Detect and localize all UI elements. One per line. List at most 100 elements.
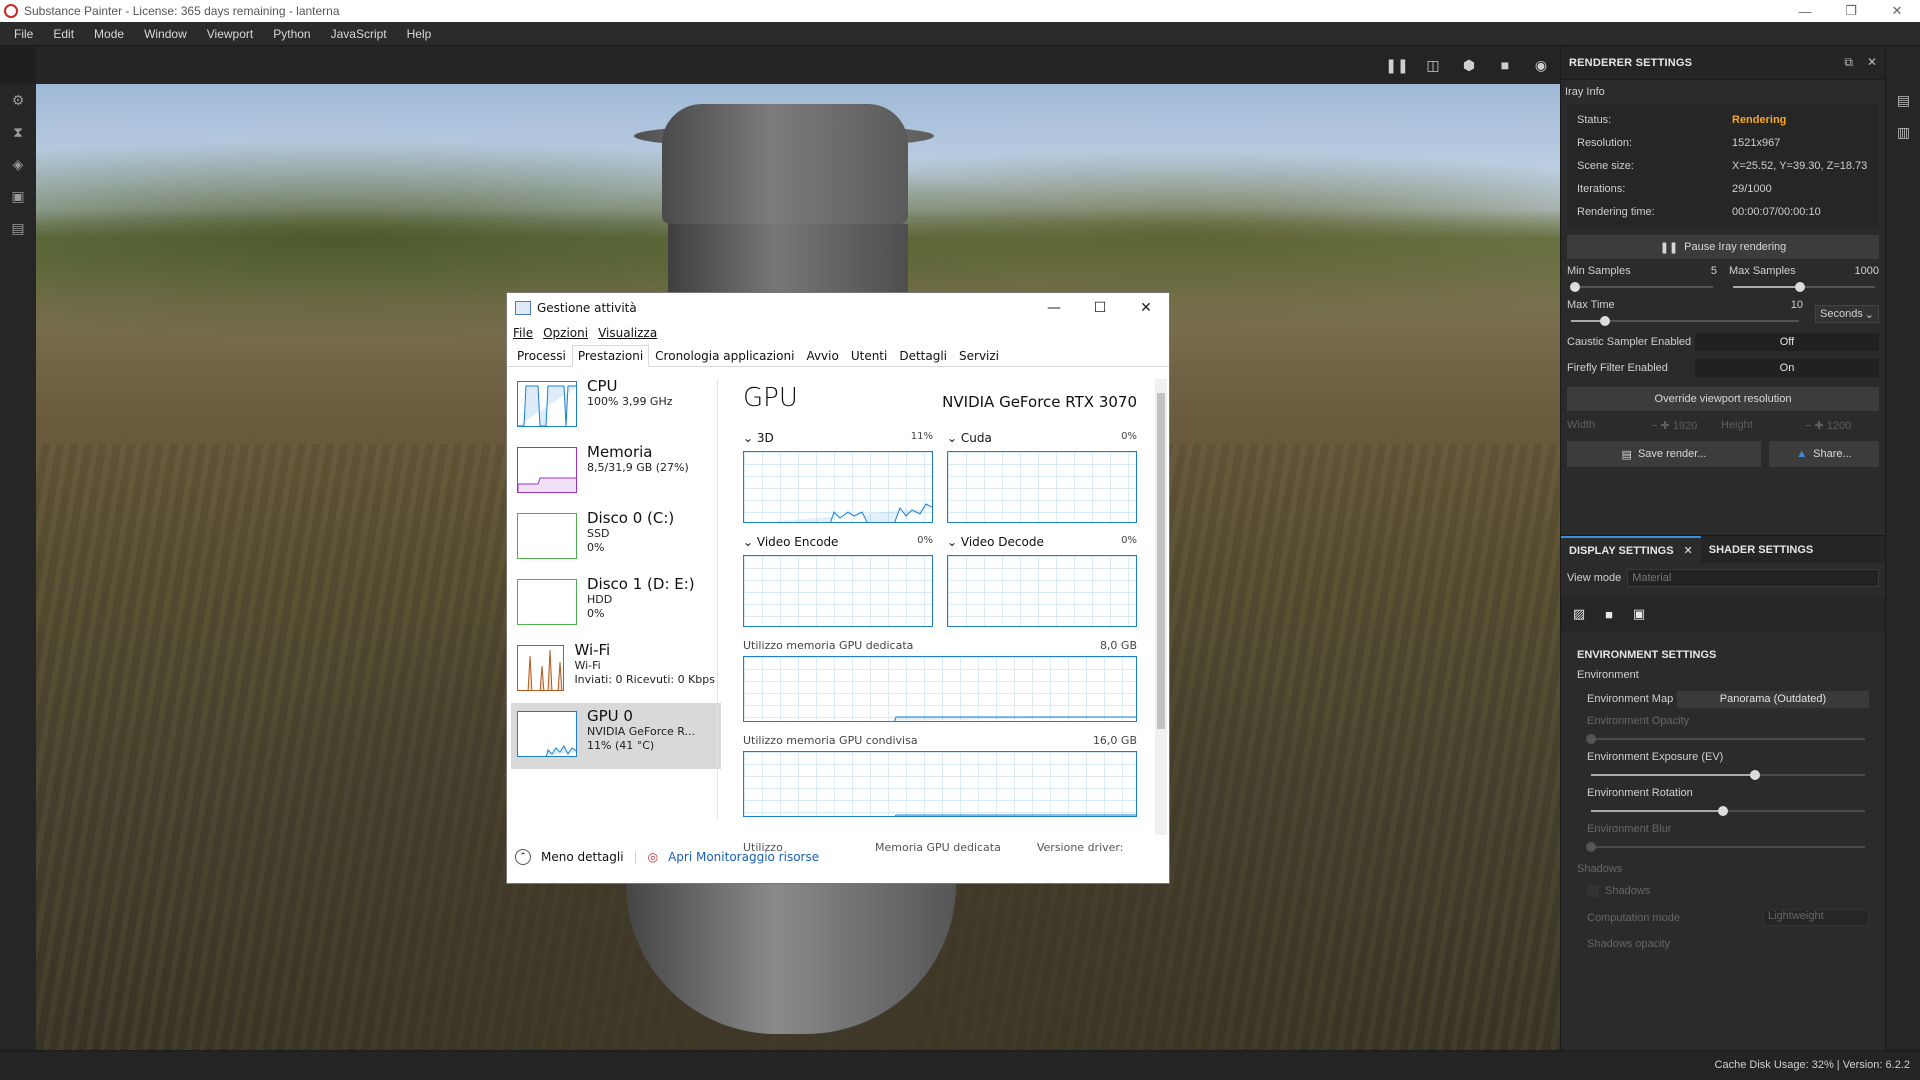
tm-maximize-button[interactable]: ☐ (1077, 293, 1123, 323)
slider-knob[interactable] (1750, 770, 1761, 780)
resource-cpu[interactable]: CPU 100% 3,99 GHz (511, 373, 721, 439)
width-field[interactable]: − ✚ 1920 (1651, 419, 1721, 432)
task-manager-window[interactable]: Gestione attività — ☐ ✕ File Opzioni Vis… (506, 292, 1170, 884)
screenshot-camera-icon[interactable]: ◉ (1528, 52, 1554, 78)
resource-wifi[interactable]: Wi-Fi Wi-Fi Inviati: 0 Ricevuti: 0 Kbps (511, 637, 721, 703)
float-panel-icon[interactable]: ⧉ (1844, 55, 1853, 70)
cube-view-icon[interactable]: ⬢ (1456, 52, 1482, 78)
max-samples-value[interactable]: 1000 (1855, 265, 1879, 279)
chevron-up-icon[interactable]: ⌃ (515, 849, 531, 865)
tm-menu-file[interactable]: File (513, 326, 533, 340)
menu-viewport[interactable]: Viewport (197, 22, 263, 46)
pause-iray-button[interactable]: ❚❚ Pause Iray rendering (1567, 235, 1879, 259)
pause-icon[interactable]: ❚❚ (1384, 52, 1410, 78)
gpu-model-name: NVIDIA GeForce RTX 3070 (942, 393, 1137, 411)
max-samples-slider[interactable]: Max Samples 1000 (1729, 265, 1879, 293)
pane-divider[interactable] (717, 379, 718, 819)
tm-menu-view[interactable]: Visualizza (598, 326, 657, 340)
scrollbar-thumb[interactable] (1157, 393, 1165, 729)
engine-video-decode: ⌄ Video Decode 0% (947, 535, 1137, 627)
computation-mode-select[interactable]: Lightweight (1763, 909, 1869, 926)
slider-knob[interactable] (1586, 842, 1596, 852)
menu-javascript[interactable]: JavaScript (321, 22, 397, 46)
resource-gpu-0[interactable]: GPU 0 NVIDIA GeForce R... 11% (41 °C) (511, 703, 721, 769)
tab-prestazioni[interactable]: Prestazioni (571, 345, 650, 367)
engine-video-encode-label[interactable]: ⌄ Video Encode (743, 535, 838, 551)
environment-image-icon[interactable]: ▨ (1569, 605, 1589, 623)
save-render-label: Save render... (1637, 448, 1707, 460)
menu-python[interactable]: Python (263, 22, 320, 46)
display-category-icons: ▨ ■ ▣ (1561, 597, 1885, 631)
camera-video-icon[interactable]: ■ (1492, 52, 1518, 78)
close-panel-icon[interactable]: ✕ (1867, 55, 1877, 70)
tab-utenti[interactable]: Utenti (845, 345, 894, 366)
menu-mode[interactable]: Mode (84, 22, 134, 46)
resource-disk-1[interactable]: Disco 1 (D: E:) HDD 0% (511, 571, 721, 637)
max-time-slider[interactable]: Max Time 10 (1567, 299, 1803, 327)
tm-close-button[interactable]: ✕ (1123, 293, 1169, 323)
caustic-sampler-toggle[interactable]: Off (1695, 333, 1879, 351)
environment-opacity-slider[interactable]: Environment Opacity (1577, 715, 1869, 745)
close-tab-icon[interactable]: ✕ (1684, 544, 1693, 557)
max-time-value[interactable]: 10 (1791, 299, 1803, 313)
pause-iray-label: Pause Iray rendering (1684, 241, 1787, 253)
environment-blur-slider[interactable]: Environment Blur (1577, 823, 1869, 853)
slider-knob[interactable] (1586, 734, 1596, 744)
engine-video-decode-label[interactable]: ⌄ Video Decode (947, 535, 1044, 551)
slider-knob[interactable] (1600, 316, 1611, 326)
minimize-button[interactable]: — (1782, 0, 1828, 22)
split-view-icon[interactable]: ◫ (1420, 52, 1446, 78)
override-viewport-resolution-button[interactable]: Override viewport resolution (1567, 387, 1879, 411)
slider-knob[interactable] (1794, 282, 1805, 292)
menu-edit[interactable]: Edit (43, 22, 84, 46)
document-export-icon[interactable]: ▤ (0, 212, 36, 244)
shadows-checkbox[interactable] (1587, 885, 1599, 897)
slider-knob[interactable] (1717, 806, 1728, 816)
details-scrollbar[interactable] (1155, 379, 1167, 835)
environment-exposure-slider[interactable]: Environment Exposure (EV) (1577, 751, 1869, 781)
tab-cronologia[interactable]: Cronologia applicazioni (649, 345, 800, 366)
settings-gear-icon[interactable]: ⚙ (0, 84, 36, 116)
time-unit-dropdown[interactable]: Seconds ⌄ (1815, 305, 1879, 323)
tab-display-settings[interactable]: DISPLAY SETTINGS ✕ (1561, 536, 1701, 563)
hourglass-icon[interactable]: ⧗ (0, 116, 36, 148)
close-button[interactable]: ✕ (1874, 0, 1920, 22)
menu-file[interactable]: File (4, 22, 43, 46)
save-render-button[interactable]: ▤ Save render... (1567, 441, 1761, 467)
scene-size-value: X=25.52, Y=39.30, Z=18.73 (1732, 159, 1868, 172)
environment-map-picker[interactable]: Panorama (Outdated) (1677, 690, 1869, 708)
photoshop-export-icon[interactable]: ▣ (0, 180, 36, 212)
menu-help[interactable]: Help (397, 22, 442, 46)
properties-panel-icon[interactable]: ▥ (1886, 116, 1920, 148)
fewer-details-link[interactable]: Meno dettagli (541, 850, 624, 864)
layers-panel-icon[interactable]: ▤ (1886, 84, 1920, 116)
tab-avvio[interactable]: Avvio (800, 345, 844, 366)
tab-shader-settings[interactable]: SHADER SETTINGS (1701, 536, 1822, 563)
resource-memory[interactable]: Memoria 8,5/31,9 GB (27%) (511, 439, 721, 505)
tm-menu-options[interactable]: Opzioni (543, 326, 588, 340)
tm-minimize-button[interactable]: — (1031, 293, 1077, 323)
menu-window[interactable]: Window (134, 22, 197, 46)
camera-icon[interactable]: ■ (1599, 605, 1619, 623)
resource-disk-0[interactable]: Disco 0 (C:) SSD 0% (511, 505, 721, 571)
tab-dettagli[interactable]: Dettagli (893, 345, 953, 366)
min-samples-value[interactable]: 5 (1711, 265, 1717, 279)
environment-rotation-slider[interactable]: Environment Rotation (1577, 787, 1869, 817)
height-field[interactable]: − ✚ 1200 (1805, 419, 1851, 432)
engine-cuda-label[interactable]: ⌄ Cuda (947, 431, 992, 447)
width-value: 1920 (1672, 419, 1698, 432)
min-samples-slider[interactable]: Min Samples 5 (1567, 265, 1717, 293)
engine-3d-label[interactable]: ⌄ 3D (743, 431, 774, 447)
share-button[interactable]: ▲ Share... (1769, 441, 1879, 467)
view-mode-select[interactable]: Material (1627, 569, 1879, 587)
slider-knob[interactable] (1570, 282, 1581, 292)
iterations-label: Iterations: (1577, 182, 1626, 195)
tab-servizi[interactable]: Servizi (953, 345, 1005, 366)
viewport-frame-icon[interactable]: ▣ (1629, 605, 1649, 623)
open-resource-monitor-link[interactable]: Apri Monitoraggio risorse (668, 850, 819, 864)
firefly-filter-toggle[interactable]: On (1695, 359, 1879, 377)
restore-button[interactable]: ❐ (1828, 0, 1874, 22)
stat-driver-version-label: Versione driver: (1036, 841, 1124, 854)
tab-processi[interactable]: Processi (511, 345, 572, 366)
plugin-icon[interactable]: ◈ (0, 148, 36, 180)
